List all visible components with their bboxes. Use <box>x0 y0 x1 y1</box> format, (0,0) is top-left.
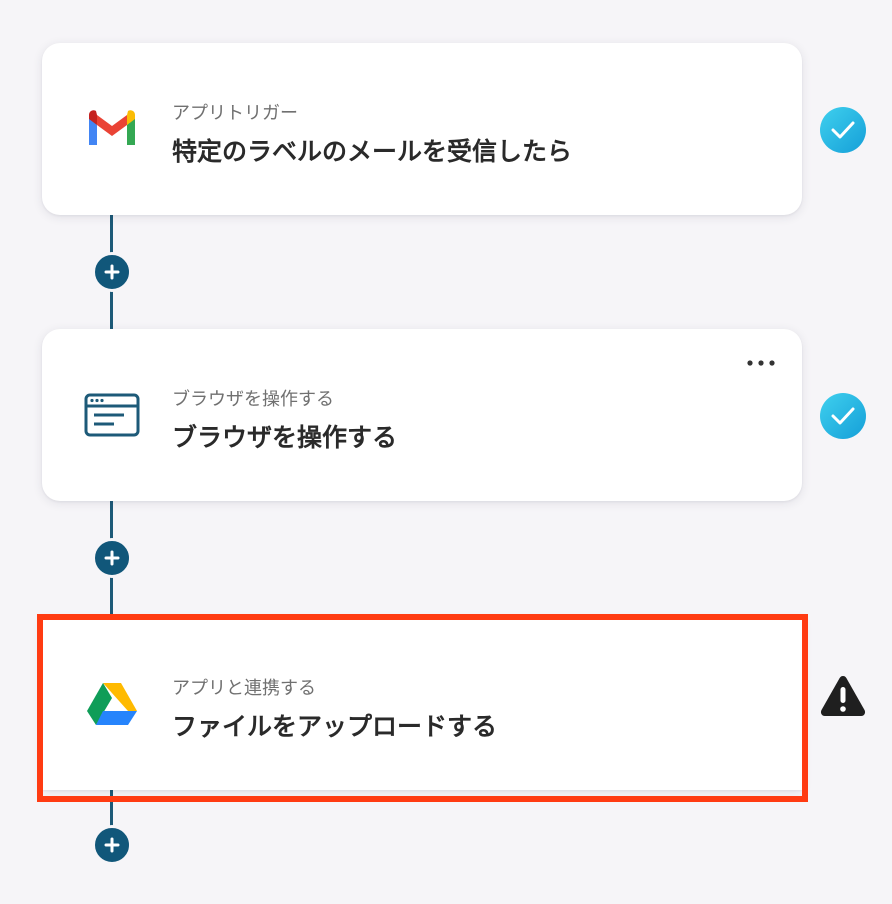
add-step-button[interactable] <box>92 252 132 292</box>
google-drive-icon <box>84 678 140 730</box>
check-circle-icon <box>820 107 866 153</box>
flow-step-card-google-drive[interactable]: アプリと連携する ファイルをアップロードする <box>42 618 802 790</box>
plus-icon <box>104 837 120 853</box>
step-status-completed <box>819 392 867 440</box>
step-title: 特定のラベルのメールを受信したら <box>172 137 573 166</box>
more-options-icon[interactable] <box>746 355 776 371</box>
add-step-button[interactable] <box>92 538 132 578</box>
warning-icon <box>820 676 866 716</box>
step-subtitle: ブラウザを操作する <box>172 389 334 410</box>
gmail-icon <box>84 103 140 155</box>
check-circle-icon <box>820 393 866 439</box>
step-title: ファイルをアップロードする <box>172 712 498 741</box>
flow-connector <box>110 786 113 826</box>
flow-step-card-browser[interactable]: ブラウザを操作する ブラウザを操作する <box>42 329 802 501</box>
flow-step-card-gmail-trigger[interactable]: アプリトリガー 特定のラベルのメールを受信したら <box>42 43 802 215</box>
step-status-warning <box>819 672 867 720</box>
plus-icon <box>104 550 120 566</box>
plus-icon <box>104 264 120 280</box>
step-status-completed <box>819 106 867 154</box>
step-subtitle: アプリと連携する <box>172 678 316 699</box>
browser-icon <box>84 389 140 441</box>
step-subtitle: アプリトリガー <box>172 103 298 124</box>
add-step-button[interactable] <box>92 825 132 865</box>
step-title: ブラウザを操作する <box>172 423 398 452</box>
